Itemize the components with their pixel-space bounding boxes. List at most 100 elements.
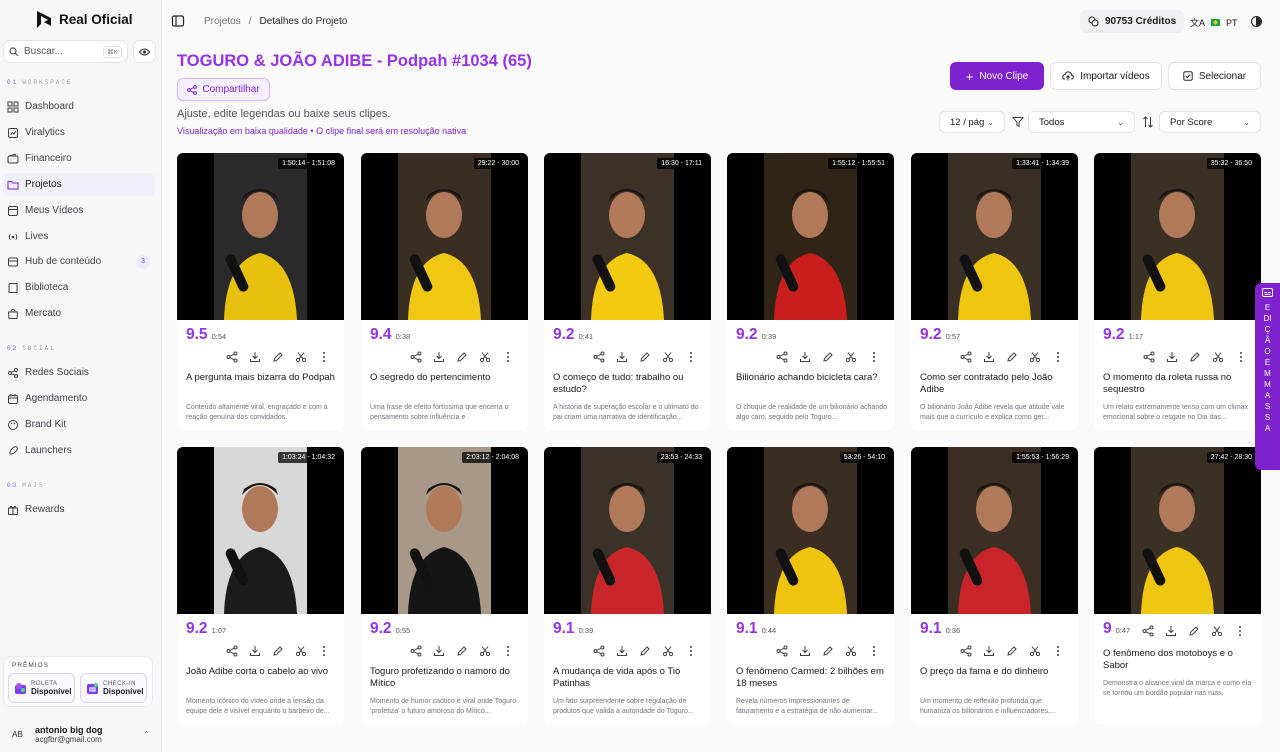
- credits-badge[interactable]: 90753 Créditos: [1080, 10, 1185, 33]
- more-icon[interactable]: [1235, 351, 1247, 363]
- edit-icon[interactable]: [1006, 351, 1018, 363]
- more-icon[interactable]: [318, 351, 330, 363]
- cut-icon[interactable]: [479, 351, 491, 363]
- clip-thumbnail[interactable]: 2:03:12 - 2:04:08: [361, 447, 528, 614]
- clip-thumbnail[interactable]: 27:42 - 28:30: [1094, 447, 1261, 614]
- download-icon[interactable]: [983, 645, 995, 657]
- select-button[interactable]: Selecionar: [1168, 62, 1261, 90]
- edit-icon[interactable]: [1006, 645, 1018, 657]
- sidebar-item-hub-de-conte-do[interactable]: Hub de conteúdo 3: [3, 250, 155, 273]
- clip-card[interactable]: 27:42 - 28:30 9 0:47 O fenômeno dos motoboy…: [1094, 447, 1261, 724]
- share-icon[interactable]: [226, 351, 238, 363]
- filter-icon[interactable]: [1012, 116, 1024, 128]
- edit-icon[interactable]: [456, 645, 468, 657]
- download-icon[interactable]: [616, 351, 628, 363]
- sidebar-item-financeiro[interactable]: Financeiro: [3, 147, 155, 170]
- bulk-edit-tab[interactable]: EDIÇÃO EM MASSA: [1255, 283, 1280, 470]
- per-page-select[interactable]: 12 / pág ⌄: [939, 111, 1005, 133]
- clip-card[interactable]: 23:53 - 24:33 9.1 0:39 A mudança de vida ap…: [544, 447, 711, 724]
- premio-checkin-card[interactable]: CHECK-IN Disponível: [80, 673, 147, 703]
- sidebar-item-launchers[interactable]: Launchers: [3, 439, 155, 462]
- clip-thumbnail[interactable]: 1:55:12 - 1:55:51: [727, 153, 894, 320]
- download-icon[interactable]: [1166, 351, 1178, 363]
- download-icon[interactable]: [249, 645, 261, 657]
- share-icon[interactable]: [593, 645, 605, 657]
- more-icon[interactable]: [1234, 625, 1246, 637]
- sidebar-item-dashboard[interactable]: Dashboard: [3, 95, 155, 118]
- download-icon[interactable]: [1165, 625, 1177, 637]
- edit-icon[interactable]: [822, 351, 834, 363]
- share-icon[interactable]: [960, 645, 972, 657]
- sidebar-item-brand-kit[interactable]: Brand Kit: [3, 413, 155, 436]
- premio-roleta-card[interactable]: ROLETA Disponível: [8, 673, 75, 703]
- edit-icon[interactable]: [272, 645, 284, 657]
- edit-icon[interactable]: [1189, 351, 1201, 363]
- cut-icon[interactable]: [1211, 625, 1223, 637]
- sidebar-item-viralytics[interactable]: Viralytics: [3, 121, 155, 144]
- share-icon[interactable]: [960, 351, 972, 363]
- clip-thumbnail[interactable]: 53:26 - 54:10: [727, 447, 894, 614]
- share-icon[interactable]: [410, 645, 422, 657]
- download-icon[interactable]: [616, 645, 628, 657]
- share-icon[interactable]: [1142, 625, 1154, 637]
- sidebar-item-lives[interactable]: Lives: [3, 225, 155, 248]
- sidebar-item-biblioteca[interactable]: Biblioteca: [3, 276, 155, 299]
- share-button[interactable]: Compartilhar: [177, 78, 270, 101]
- breadcrumb-projetos[interactable]: Projetos: [204, 16, 241, 27]
- clip-card[interactable]: 1:55:53 - 1:56:29 9.1 0:36 O preço da fama …: [911, 447, 1078, 724]
- share-icon[interactable]: [593, 351, 605, 363]
- sidebar-item-agendamento[interactable]: Agendamento: [3, 387, 155, 410]
- clip-card[interactable]: 1:33:41 - 1:34:39 9.2 0:57 Como ser contrat…: [911, 153, 1078, 430]
- sidebar-item-mercato[interactable]: Mercato: [3, 302, 155, 325]
- share-icon[interactable]: [226, 645, 238, 657]
- cut-icon[interactable]: [845, 645, 857, 657]
- download-icon[interactable]: [249, 351, 261, 363]
- cut-icon[interactable]: [845, 351, 857, 363]
- sidebar-item-redes-sociais[interactable]: Redes Sociais: [3, 361, 155, 384]
- import-videos-button[interactable]: Importar vídeos: [1050, 62, 1162, 90]
- clip-thumbnail[interactable]: 16:30 - 17:11: [544, 153, 711, 320]
- sort-select[interactable]: Por Score ⌄: [1159, 111, 1261, 133]
- more-icon[interactable]: [868, 351, 880, 363]
- share-icon[interactable]: [410, 351, 422, 363]
- status-filter-select[interactable]: Todos ⌄: [1028, 111, 1135, 133]
- clip-card[interactable]: 1:55:12 - 1:55:51 9.2 0:39 Bilionário achan…: [727, 153, 894, 430]
- logo[interactable]: Real Oficial: [35, 10, 133, 29]
- clip-thumbnail[interactable]: 1:33:41 - 1:34:39: [911, 153, 1078, 320]
- edit-icon[interactable]: [272, 351, 284, 363]
- clip-thumbnail[interactable]: 23:53 - 24:33: [544, 447, 711, 614]
- sidebar-item-rewards[interactable]: Rewards: [3, 498, 155, 521]
- sort-order-icon[interactable]: [1142, 116, 1154, 128]
- search-box[interactable]: ⌘K: [3, 40, 128, 63]
- download-icon[interactable]: [983, 351, 995, 363]
- clip-thumbnail[interactable]: 35:32 - 36:50: [1094, 153, 1261, 320]
- download-icon[interactable]: [799, 351, 811, 363]
- cut-icon[interactable]: [295, 351, 307, 363]
- cut-icon[interactable]: [1212, 351, 1224, 363]
- language-selector[interactable]: 文A PT: [1190, 16, 1238, 29]
- download-icon[interactable]: [433, 351, 445, 363]
- clip-card[interactable]: 16:30 - 17:11 9.2 0:41 O começo de tudo: tr…: [544, 153, 711, 430]
- more-icon[interactable]: [1052, 351, 1064, 363]
- search-input[interactable]: [24, 46, 94, 57]
- visibility-toggle-button[interactable]: [133, 40, 156, 63]
- more-icon[interactable]: [868, 645, 880, 657]
- edit-icon[interactable]: [639, 645, 651, 657]
- clip-thumbnail[interactable]: 1:55:53 - 1:56:29: [911, 447, 1078, 614]
- cut-icon[interactable]: [295, 645, 307, 657]
- theme-toggle-icon[interactable]: [1251, 16, 1262, 27]
- clip-thumbnail[interactable]: 1:50:14 - 1:51:08: [177, 153, 344, 320]
- more-icon[interactable]: [685, 351, 697, 363]
- sidebar-toggle-icon[interactable]: [171, 14, 185, 28]
- clip-thumbnail[interactable]: 1:03:24 - 1:04:32: [177, 447, 344, 614]
- clip-card[interactable]: 29:22 - 30:00 9.4 0:38 O segredo do pertenc…: [361, 153, 528, 430]
- download-icon[interactable]: [799, 645, 811, 657]
- clip-card[interactable]: 1:50:14 - 1:51:08 9.5 0:54 A pergunta mais …: [177, 153, 344, 430]
- share-icon[interactable]: [776, 645, 788, 657]
- clip-card[interactable]: 1:03:24 - 1:04:32 9.2 1:07 João Adibe corta…: [177, 447, 344, 724]
- edit-icon[interactable]: [822, 645, 834, 657]
- cut-icon[interactable]: [662, 351, 674, 363]
- cut-icon[interactable]: [479, 645, 491, 657]
- download-icon[interactable]: [433, 645, 445, 657]
- clip-card[interactable]: 2:03:12 - 2:04:08 9.2 0:55 Toguro profetiza…: [361, 447, 528, 724]
